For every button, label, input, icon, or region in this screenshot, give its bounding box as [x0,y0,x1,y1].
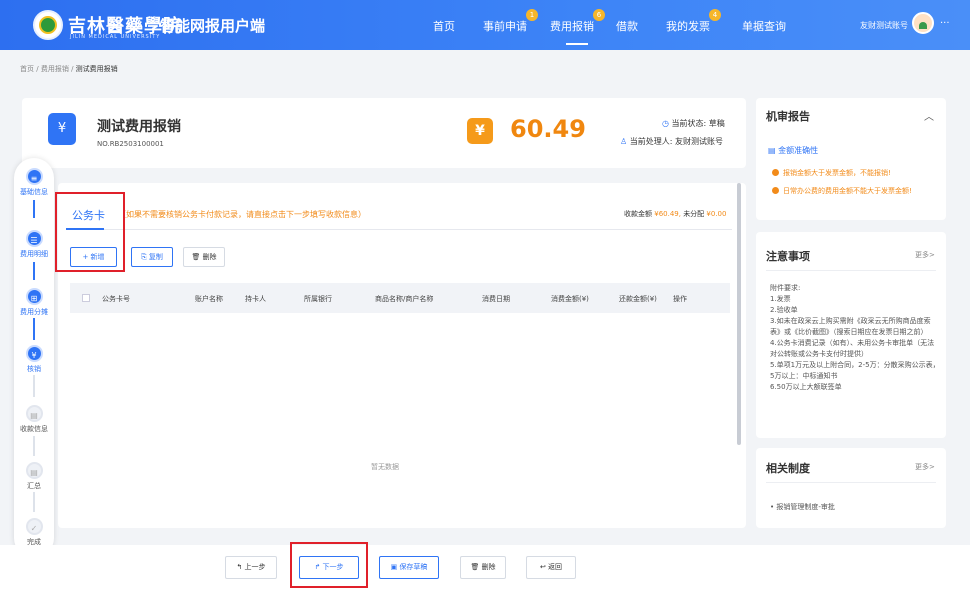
breadcrumb-current: 测试费用报销 [75,65,118,73]
notice-more-link[interactable]: 更多> [915,250,935,260]
delete-row-button[interactable]: 🗑 删除 [183,247,225,267]
breadcrumb-section[interactable]: 费用报销 [41,65,69,73]
scrollbar[interactable] [737,183,741,445]
check-icon: ✓ [25,518,43,535]
breadcrumb-home[interactable]: 首页 [20,65,34,73]
collapse-icon[interactable]: ︿ [924,108,934,123]
save-draft-button[interactable]: ▣ 保存草稿 [379,556,439,579]
divider [766,482,936,483]
divider [766,270,936,271]
amount-icon: ¥ [467,118,493,144]
payee-icon: ▤ [25,405,43,422]
step-basic-info[interactable]: ≡ 基础信息 [14,168,54,197]
step-payee-info[interactable]: ▤ 收款信息 [14,405,54,434]
page-title: 测试费用报销 [97,119,181,135]
tab-divider [66,229,732,230]
step-expense-detail[interactable]: ☰ 费用明细 [14,230,54,259]
empty-state: 暂无数据 [371,463,399,471]
nav-badge: 4 [709,9,721,21]
audit-warning: 报销金额大于发票金额，不能报销! [772,168,891,178]
document-number: NO.RB2503100001 [97,140,164,148]
step-reconcile[interactable]: ¥ 核销 [14,345,54,374]
nav-my-invoices[interactable]: 我的发票 4 [666,9,721,34]
step-cost-allocation[interactable]: ⊞ 费用分摊 [14,288,54,317]
arrow-left-icon: ↰ [236,563,243,571]
step-done[interactable]: ✓ 完成 [14,518,54,547]
avatar[interactable] [912,12,934,34]
step-connector [33,492,35,512]
step-connector [33,200,35,218]
audit-report-title: 机审报告 [766,110,810,123]
user-name[interactable]: 友财测试账号 [860,20,908,31]
step-connector [33,318,35,340]
document-icon: ≡ [25,168,43,185]
document-icon: ¥ [48,113,76,145]
select-all-checkbox[interactable] [82,294,90,302]
school-logo [33,10,63,40]
rules-more-link[interactable]: 更多> [915,462,935,472]
amount-accuracy-check: ▤ 金额准确性 [768,146,819,155]
nav-active-indicator [566,43,588,45]
total-amount: 60.49 [510,115,586,143]
col-cardholder: 持卡人 [245,295,266,303]
col-bank: 所属银行 [304,295,332,303]
app-title: 智能网报用户端 [160,17,266,35]
copy-button[interactable]: ⎘ 复制 [131,247,173,267]
amount-summary: 收款金额 ¥60.49, 未分配 ¥0.00 [624,210,727,218]
highlight-box-next [290,542,368,588]
copy-icon: ⎘ [141,253,147,261]
col-card-number: 公务卡号 [102,295,130,303]
step-connector [33,375,35,397]
return-icon: ↩ [539,563,546,571]
school-name-en: JILIN MEDICAL UNIVERSITY [70,34,161,40]
nav-document-query[interactable]: 单据查询 [742,18,786,34]
save-icon: ▣ [390,563,398,571]
col-account-name: 账户名称 [195,295,223,303]
warning-icon [772,169,779,176]
summary-icon: ▤ [25,462,43,479]
breadcrumb: 首页 / 费用报销 / 测试费用报销 [20,65,118,73]
current-handler: ♙ 当前处理人: 友财测试账号 [620,137,723,146]
reconcile-card [58,183,746,528]
col-actions: 操作 [673,295,687,303]
col-spend-date: 消费日期 [482,295,510,303]
back-button[interactable]: ↩ 返回 [526,556,576,579]
notice-title: 注意事项 [766,250,810,263]
nav-home[interactable]: 首页 [433,18,455,34]
nav-pre-application[interactable]: 事前申请 1 [483,9,538,34]
nav-badge: 1 [526,9,538,21]
trash-icon: 🗑 [470,563,480,571]
step-summary[interactable]: ▤ 汇总 [14,462,54,491]
document-icon: ▤ [768,146,776,155]
nav-expense-reimbursement[interactable]: 费用报销 6 [550,9,605,34]
related-rules-title: 相关制度 [766,462,810,475]
step-connector [33,262,35,280]
allocation-icon: ⊞ [25,288,43,305]
trash-icon: 🗑 [191,253,201,261]
list-icon: ☰ [25,230,43,247]
nav-badge: 6 [593,9,605,21]
warning-icon [772,187,779,194]
step-connector [33,436,35,456]
reconcile-icon: ¥ [25,345,43,362]
col-spend-amount: 消费金额(¥) [551,295,589,303]
reconcile-hint: （如果不需要核销公务卡付款记录，请直接点击下一步填写收款信息） [118,210,366,219]
document-status: ◷ 当前状态: 草稿 [662,119,725,128]
col-merchant: 商品名称/商户名称 [375,295,434,303]
audit-warning: 日常办公费的费用金额不能大于发票金额! [772,186,912,196]
rule-item[interactable]: • 报销管理制度-审批 [770,502,835,512]
delete-button[interactable]: 🗑 删除 [460,556,506,579]
clock-icon: ◷ [662,119,669,128]
person-icon: ♙ [620,137,628,146]
col-repay-amount: 还款金额(¥) [619,295,657,303]
notice-content: 附件要求: 1.发票 2.验收单 3.如未在政采云上购买需附《政采云无所购商品度… [770,284,940,391]
highlight-box-tab [55,192,125,272]
nav-loan[interactable]: 借款 [616,18,638,34]
more-menu-icon[interactable]: ··· [940,18,950,29]
prev-step-button[interactable]: ↰ 上一步 [225,556,277,579]
